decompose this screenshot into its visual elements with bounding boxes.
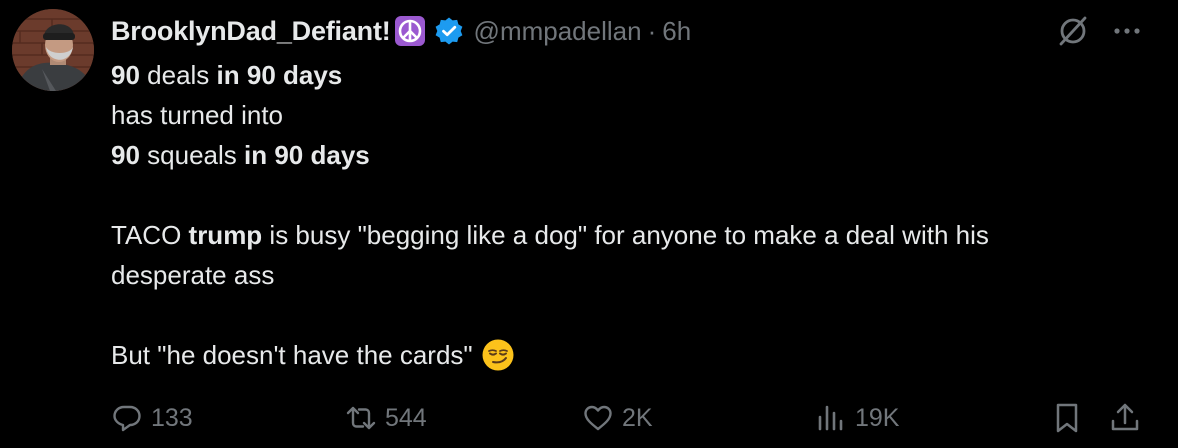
tweet-header: BrooklynDad_Defiant! @mmpadellan · 6h <box>111 11 691 51</box>
bold-text: trump <box>188 220 263 250</box>
bold-text: 90 <box>111 140 140 170</box>
bookmark-icon[interactable] <box>1050 401 1084 435</box>
text: deals <box>139 60 217 90</box>
grok-icon[interactable] <box>1056 14 1090 48</box>
peace-symbol-icon <box>394 15 426 47</box>
bold-text: 90 <box>111 60 140 90</box>
like-count: 2K <box>622 403 653 432</box>
views-button[interactable]: 19K <box>815 396 899 440</box>
text: squeals <box>139 140 244 170</box>
text: is busy "begging like a dog" for anyone … <box>262 220 989 250</box>
text: TACO <box>111 220 189 250</box>
timestamp[interactable]: 6h <box>662 16 691 47</box>
views-bar-chart-icon <box>818 405 843 431</box>
avatar[interactable] <box>12 9 94 91</box>
tweet-line: desperate ass <box>111 260 275 290</box>
action-bar: 133 544 2K 19K <box>0 396 1178 440</box>
repost-button[interactable]: 544 <box>345 396 427 440</box>
tweet-line: But "he doesn't have the cards" <box>111 335 1161 375</box>
tweet-line: 90 squeals in 90 days <box>111 135 1161 175</box>
repost-icon <box>346 406 376 430</box>
tweet-line: TACO trump is busy "begging like a dog" … <box>111 215 1161 255</box>
repost-count: 544 <box>385 403 427 432</box>
like-button[interactable]: 2K <box>582 396 653 440</box>
reply-icon <box>113 405 141 432</box>
bold-text: in 90 days <box>244 140 370 170</box>
more-options-icon[interactable] <box>1110 14 1144 48</box>
tweet-line: has turned into <box>111 100 284 130</box>
separator-dot: · <box>647 15 657 46</box>
author-display-name[interactable]: BrooklynDad_Defiant! <box>111 16 391 47</box>
reply-button[interactable]: 133 <box>111 396 193 440</box>
smirking-face-emoji-icon <box>481 338 515 372</box>
heart-icon <box>584 405 612 431</box>
bold-text: in 90 days <box>216 60 343 90</box>
verified-badge-icon[interactable] <box>434 16 464 46</box>
tweet-line: 90 deals in 90 days <box>111 55 1161 95</box>
text: But "he doesn't have the cards" <box>111 340 473 370</box>
views-count: 19K <box>855 403 900 432</box>
avatar-image <box>12 9 94 91</box>
author-handle[interactable]: @mmpadellan <box>474 16 642 47</box>
tweet-text: 90 deals in 90 days has turned into 90 s… <box>111 55 1161 375</box>
reply-count: 133 <box>151 403 193 432</box>
share-icon[interactable] <box>1108 401 1142 435</box>
